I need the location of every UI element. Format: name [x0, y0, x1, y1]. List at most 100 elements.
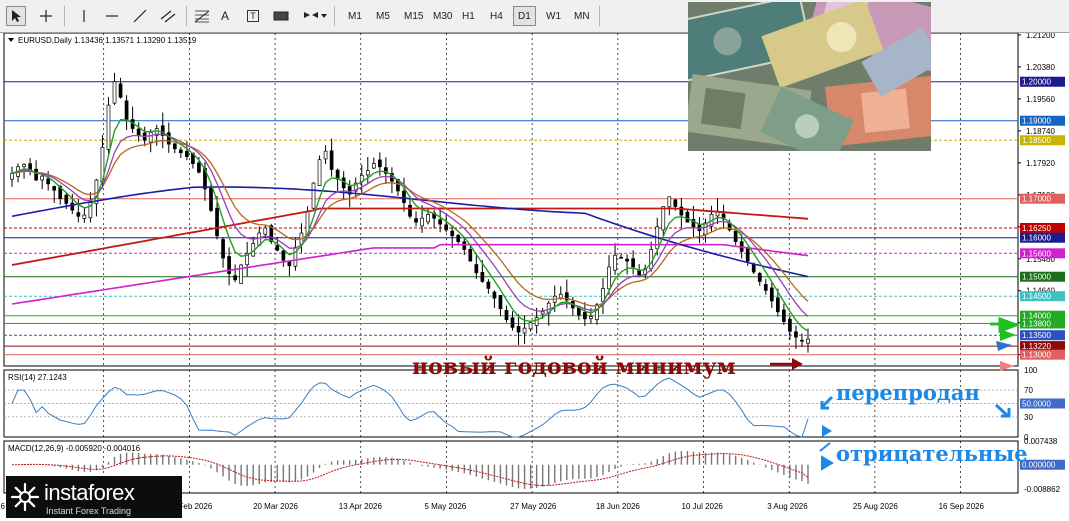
timeframe-w1[interactable]: W1	[541, 6, 566, 26]
horizontal-line-icon	[106, 15, 118, 17]
price-tick-label: 1.19560	[1026, 95, 1055, 104]
candle-body	[498, 295, 503, 310]
logo-name: instaforex	[44, 480, 135, 505]
candle-body	[178, 149, 183, 154]
x-tick-label: 13 Apr 2026	[339, 502, 383, 511]
candle-body	[649, 249, 654, 270]
candle-body	[589, 316, 593, 319]
trendline-icon	[133, 9, 147, 23]
candle-body	[10, 173, 14, 180]
level-tag-label: 1.13500	[1022, 331, 1051, 340]
rsi-header: RSI(14) 27.1243	[8, 373, 67, 382]
candle-body	[613, 254, 617, 271]
candle-body	[607, 266, 611, 290]
candle-body	[46, 178, 51, 185]
candle-body	[522, 327, 527, 334]
x-tick-label: 25 Aug 2026	[853, 502, 898, 511]
candle-body	[124, 100, 129, 122]
candle-body	[40, 175, 45, 181]
level-tag-label: 1.15600	[1022, 249, 1051, 258]
candle-body	[281, 250, 286, 261]
candle-body	[34, 168, 38, 181]
timeframe-m15[interactable]: M15	[399, 6, 428, 26]
candle-body	[444, 224, 449, 231]
level-tag-label: 1.17000	[1022, 195, 1051, 204]
x-tick-label: 3 Aug 2026	[767, 502, 808, 511]
crosshair-tool-button[interactable]	[36, 6, 56, 26]
candle-body	[625, 258, 629, 262]
candle-body	[667, 196, 672, 208]
timeframe-m5[interactable]: M5	[371, 6, 395, 26]
timeframe-d1[interactable]: D1	[513, 6, 536, 26]
rsi-tick-label: 30	[1024, 413, 1033, 422]
candle-body	[595, 304, 599, 321]
rectangle-icon	[273, 11, 289, 21]
text-tool-button[interactable]: A	[215, 6, 235, 26]
timeframe-h4[interactable]: H4	[485, 6, 508, 26]
candle-body	[233, 275, 237, 281]
arrows-icon	[304, 12, 327, 18]
candle-body	[112, 81, 117, 104]
candle-body	[456, 234, 461, 242]
vertical-line-tool-button[interactable]	[74, 6, 94, 26]
candle-body	[775, 297, 780, 313]
macd-header: MACD(12,26,9) -0.005920 -0.004016	[8, 444, 141, 453]
level-tag-label: 1.13800	[1022, 319, 1051, 328]
candle-body	[311, 182, 316, 209]
candle-body	[22, 164, 26, 168]
candle-body	[275, 245, 280, 251]
candle-body	[468, 248, 473, 262]
level-tag-label: 1.19000	[1022, 117, 1051, 126]
candle-body	[474, 264, 479, 274]
rectangle-tool-button[interactable]	[271, 6, 291, 26]
timeframe-h1[interactable]: H1	[457, 6, 480, 26]
candle-body	[516, 326, 521, 333]
candle-body	[583, 312, 587, 320]
logo-tagline: Instant Forex Trading	[46, 506, 132, 516]
level-tag-label: 1.16250	[1022, 224, 1051, 233]
arrows-tool-button[interactable]	[301, 6, 329, 26]
fibonacci-tool-button[interactable]	[192, 6, 212, 26]
candle-body	[323, 150, 328, 160]
horizontal-line-tool-button[interactable]	[102, 6, 122, 26]
timeframe-m30[interactable]: M30	[428, 6, 457, 26]
trendline-tool-button[interactable]	[130, 6, 150, 26]
candle-body	[70, 202, 75, 211]
price-tick-label: 1.20380	[1026, 63, 1055, 72]
candle-body	[637, 270, 642, 276]
level-tag-label: 1.18500	[1022, 136, 1051, 145]
candle-body	[414, 218, 418, 223]
x-tick-label: 27 May 2026	[510, 502, 557, 511]
candle-body	[462, 241, 467, 250]
candle-body	[408, 204, 412, 217]
candle-body	[480, 272, 485, 282]
timeframe-m1[interactable]: M1	[343, 6, 367, 26]
new-low-annotation: новый годовой минимум	[412, 354, 736, 380]
candle-body	[763, 284, 768, 291]
price-tick-label: 1.17920	[1026, 159, 1055, 168]
banknotes-image	[688, 2, 931, 151]
candle-body	[438, 219, 443, 225]
trading-terminal: A T M1M5M15M30H1H4D1W1MN 16 Jan 20263 Fe…	[0, 0, 1069, 521]
timeframe-mn[interactable]: MN	[569, 6, 595, 26]
chart-symbol-header: EURUSD,Daily 1.13436 1.13571 1.13290 1.1…	[18, 36, 197, 45]
candle-body	[172, 143, 177, 150]
price-tick-label: 1.21200	[1026, 33, 1055, 40]
channel-tool-button[interactable]	[158, 6, 178, 26]
candle-body	[631, 258, 635, 268]
negative-annotation: отрицательные	[836, 441, 1028, 466]
candle-body	[136, 128, 141, 136]
text-label-tool-button[interactable]: T	[243, 6, 263, 26]
oversold-annotation: перепродан	[836, 380, 980, 405]
cursor-tool-button[interactable]	[6, 6, 26, 26]
candle-body	[788, 319, 792, 332]
fibonacci-icon	[194, 10, 210, 23]
candle-body	[118, 83, 123, 98]
candle-body	[794, 331, 798, 338]
candle-body	[365, 170, 370, 176]
toolbar-separator	[186, 6, 187, 26]
toolbar-separator	[334, 6, 335, 26]
candle-body	[76, 212, 81, 217]
candle-body	[185, 150, 189, 157]
candle-body	[215, 207, 219, 237]
